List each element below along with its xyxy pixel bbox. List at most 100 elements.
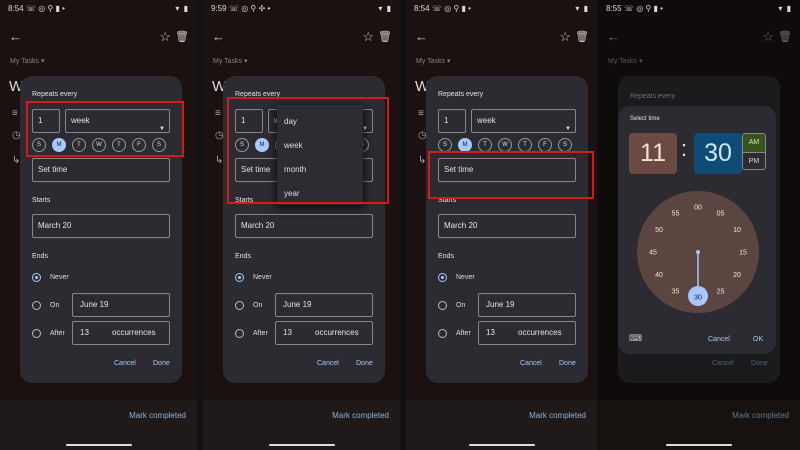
radio-after[interactable]: [235, 329, 244, 338]
start-date-field[interactable]: March 20: [32, 214, 170, 238]
radio-on[interactable]: [32, 301, 41, 310]
mark-completed-button[interactable]: Mark completed: [529, 411, 586, 420]
day-toggle-thu[interactable]: T: [518, 138, 532, 152]
nav-handle: [268, 444, 335, 446]
highlight-box: [227, 97, 389, 204]
star-icon[interactable]: ☆: [362, 29, 374, 45]
star-icon[interactable]: ☆: [559, 29, 571, 45]
occurrence-count: 13: [283, 328, 292, 337]
ends-label: Ends: [438, 253, 454, 260]
back-arrow-icon[interactable]: ←: [607, 29, 620, 44]
radio-on[interactable]: [438, 301, 447, 310]
clock-number-15[interactable]: 15: [739, 250, 747, 257]
status-bar: 8:54 ☏ ◎ ⚲ ▮ • ▾ ▮: [414, 3, 589, 15]
status-time: 8:55: [606, 4, 622, 13]
day-toggle-fri[interactable]: F: [538, 138, 552, 152]
details-icon: ≡: [215, 108, 221, 119]
after-label: After: [456, 330, 471, 337]
radio-on[interactable]: [235, 301, 244, 310]
radio-after[interactable]: [438, 329, 447, 338]
done-button[interactable]: Done: [153, 360, 170, 367]
day-toggle-wed[interactable]: W: [498, 138, 512, 152]
radio-never[interactable]: [235, 273, 244, 282]
ok-button[interactable]: OK: [753, 336, 763, 343]
day-toggle-tue[interactable]: T: [478, 138, 492, 152]
minute-field[interactable]: 30: [694, 133, 742, 174]
keyboard-icon[interactable]: ⌨: [629, 333, 642, 344]
end-date-field[interactable]: June 19: [478, 293, 576, 317]
screen-4: 8:55 ☏ ◎ ⚲ ▮ • ▾ ▮ ← ☆ 🗑 My Tasks ▾ Mark…: [598, 0, 800, 450]
start-date-field[interactable]: March 20: [438, 214, 576, 238]
start-date-field[interactable]: March 20: [235, 214, 373, 238]
day-toggle-sat[interactable]: S: [558, 138, 572, 152]
back-arrow-icon[interactable]: ←: [212, 29, 225, 44]
bottom-bar: [598, 400, 800, 450]
set-time-field[interactable]: Set time: [32, 158, 170, 182]
list-selector[interactable]: My Tasks ▾: [416, 57, 451, 65]
back-arrow-icon[interactable]: ←: [9, 29, 22, 44]
bottom-bar: [203, 400, 400, 450]
radio-never[interactable]: [438, 273, 447, 282]
status-icons: ☏ ◎ ⚲ ▮ •: [624, 4, 663, 13]
trash-icon[interactable]: 🗑: [378, 30, 392, 43]
list-selector[interactable]: My Tasks ▾: [213, 57, 248, 65]
screen-1: 8:54 ☏ ◎ ⚲ ▮ • ▾ ▮ ← ☆ 🗑 My Tasks ▾ W ≡ …: [0, 0, 197, 450]
occurrence-count: 13: [80, 328, 89, 337]
clock-number-10[interactable]: 10: [733, 227, 741, 234]
day-toggle-mon[interactable]: M: [458, 138, 472, 152]
cancel-button: Cancel: [712, 360, 734, 367]
am-button[interactable]: AM: [743, 134, 765, 152]
cancel-button[interactable]: Cancel: [708, 336, 730, 343]
occurrences-field[interactable]: 13 occurrences: [275, 321, 373, 345]
mark-completed-button[interactable]: Mark completed: [732, 411, 789, 420]
pm-button[interactable]: PM: [743, 152, 765, 169]
done-button: Done: [751, 360, 768, 367]
clock-number-00[interactable]: 00: [694, 205, 702, 212]
cancel-button[interactable]: Cancel: [114, 360, 136, 367]
clock-dial[interactable]: 00 05 10 15 20 25 30 35 40 45 50 55: [636, 190, 760, 314]
clock-number-50[interactable]: 50: [655, 227, 663, 234]
end-date-value: June 19: [80, 300, 109, 309]
clock-number-45[interactable]: 45: [649, 250, 657, 257]
unit-dropdown[interactable]: week ▼: [471, 109, 576, 133]
trash-icon[interactable]: 🗑: [175, 30, 189, 43]
occurrences-field[interactable]: 13 occurrences: [478, 321, 576, 345]
star-icon[interactable]: ☆: [159, 29, 171, 45]
star-icon[interactable]: ☆: [762, 29, 774, 45]
battery-icon: ▾ ▮: [378, 4, 392, 13]
clock-number-05[interactable]: 05: [717, 211, 725, 218]
interval-input[interactable]: 1: [438, 109, 466, 133]
end-date-field[interactable]: June 19: [275, 293, 373, 317]
cancel-button[interactable]: Cancel: [317, 360, 339, 367]
battery-icon: ▾ ▮: [778, 4, 792, 13]
done-button[interactable]: Done: [356, 360, 373, 367]
hour-field[interactable]: 11: [629, 133, 677, 174]
clock-number-35[interactable]: 35: [672, 289, 680, 296]
repeats-every-label: Repeats every: [630, 93, 676, 100]
cancel-button[interactable]: Cancel: [520, 360, 542, 367]
occurrences-label: occurrences: [315, 328, 359, 337]
done-button[interactable]: Done: [559, 360, 576, 367]
mark-completed-button[interactable]: Mark completed: [332, 411, 389, 420]
trash-icon[interactable]: 🗑: [778, 30, 792, 43]
status-time: 9:59: [211, 4, 227, 13]
trash-icon[interactable]: 🗑: [575, 30, 589, 43]
end-date-field[interactable]: June 19: [72, 293, 170, 317]
clock-number-25[interactable]: 25: [717, 289, 725, 296]
list-selector[interactable]: My Tasks ▾: [10, 57, 45, 65]
clock-number-30[interactable]: 30: [694, 295, 702, 302]
day-toggle-sun[interactable]: S: [438, 138, 452, 152]
clock-number-20[interactable]: 20: [733, 272, 741, 279]
occurrences-field[interactable]: 13 occurrences: [72, 321, 170, 345]
radio-never[interactable]: [32, 273, 41, 282]
status-time: 8:54: [414, 4, 430, 13]
details-icon: ≡: [418, 108, 424, 119]
back-arrow-icon[interactable]: ←: [415, 29, 428, 44]
mark-completed-button[interactable]: Mark completed: [129, 411, 186, 420]
bottom-bar: [0, 400, 197, 450]
clock-number-40[interactable]: 40: [655, 272, 663, 279]
on-label: On: [253, 302, 263, 309]
list-selector[interactable]: My Tasks ▾: [608, 57, 643, 65]
clock-number-55[interactable]: 55: [672, 211, 680, 218]
radio-after[interactable]: [32, 329, 41, 338]
